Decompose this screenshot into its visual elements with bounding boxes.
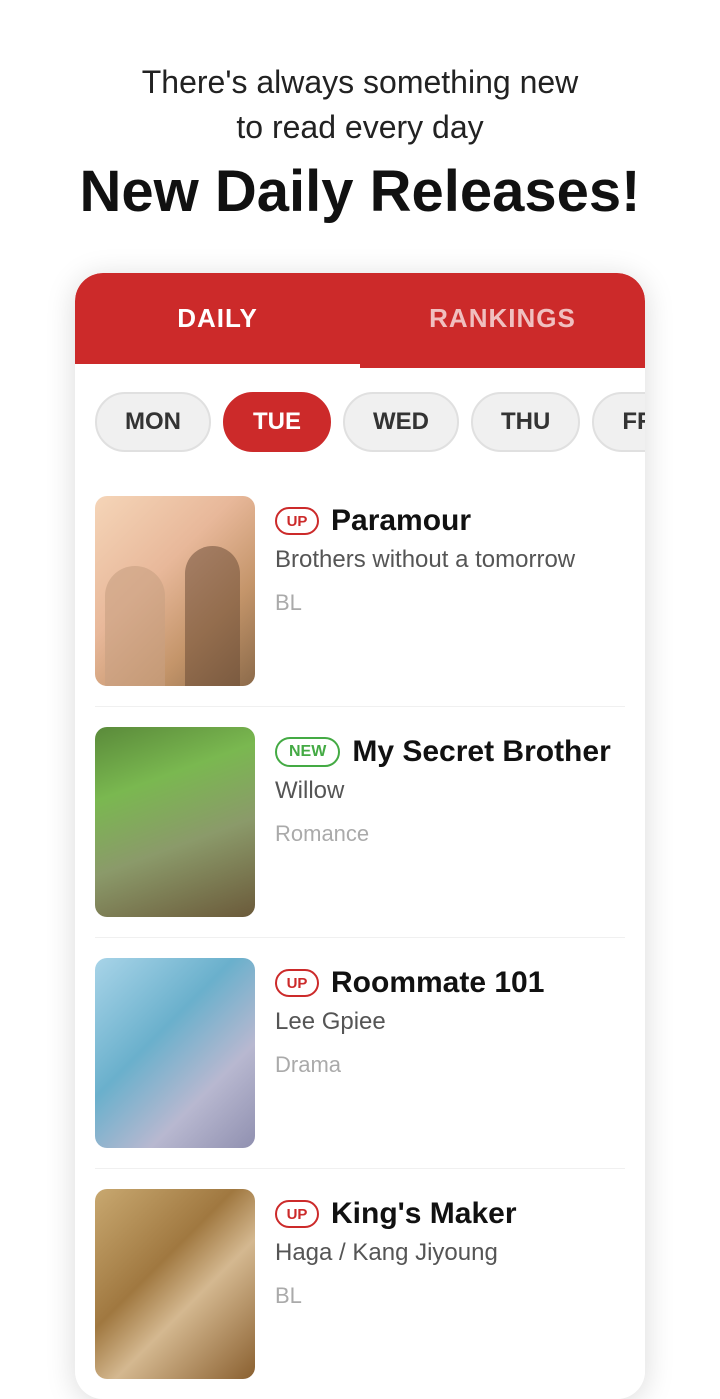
comic-thumb-kings-maker: [95, 1189, 255, 1379]
tabs-header: DAILY RANKINGS: [75, 273, 645, 368]
badge-up-roommate: UP: [275, 969, 319, 997]
comic-title-row-2: NEW My Secret Brother: [275, 735, 625, 769]
comic-thumb-paramour: [95, 496, 255, 686]
badge-new-secret-brother: NEW: [275, 737, 340, 767]
tab-daily[interactable]: DAILY: [75, 273, 360, 368]
comic-author-roommate: Lee Gpiee: [275, 1008, 625, 1036]
comic-title-kings-maker: King's Maker: [331, 1197, 517, 1231]
tab-rankings[interactable]: RANKINGS: [360, 273, 645, 368]
comic-info-kings-maker: UP King's Maker Haga / Kang Jiyoung BL: [275, 1189, 625, 1309]
comic-genre-secret-brother: Romance: [275, 821, 625, 847]
comic-thumb-roommate: [95, 958, 255, 1148]
day-mon[interactable]: MON: [95, 392, 211, 452]
comic-title-row: UP Paramour: [275, 504, 625, 538]
days-row: MON TUE WED THU FRI SAT: [75, 368, 645, 476]
badge-up-kings-maker: UP: [275, 1200, 319, 1228]
comic-info-secret-brother: NEW My Secret Brother Willow Romance: [275, 727, 625, 847]
card-container: DAILY RANKINGS MON TUE WED THU FRI SAT: [75, 273, 645, 1399]
comic-item-my-secret-brother[interactable]: NEW My Secret Brother Willow Romance: [95, 707, 625, 938]
header-section: There's always something newto read ever…: [0, 0, 720, 253]
comic-item-roommate-101[interactable]: UP Roommate 101 Lee Gpiee Drama: [95, 938, 625, 1169]
comic-author-kings-maker: Haga / Kang Jiyoung: [275, 1239, 625, 1267]
comic-thumb-secret-brother: [95, 727, 255, 917]
main-title: New Daily Releases!: [40, 160, 680, 224]
comic-title-secret-brother: My Secret Brother: [352, 735, 610, 769]
day-tue[interactable]: TUE: [223, 392, 331, 452]
comic-item-paramour[interactable]: UP Paramour Brothers without a tomorrow …: [95, 476, 625, 707]
comic-info-roommate: UP Roommate 101 Lee Gpiee Drama: [275, 958, 625, 1078]
comic-title-row-3: UP Roommate 101: [275, 966, 625, 1000]
comics-list: UP Paramour Brothers without a tomorrow …: [75, 476, 645, 1399]
comic-genre-roommate: Drama: [275, 1052, 625, 1078]
badge-up-paramour: UP: [275, 507, 319, 535]
comic-genre-paramour: BL: [275, 590, 625, 616]
day-wed[interactable]: WED: [343, 392, 459, 452]
subtitle-text: There's always something newto read ever…: [40, 60, 680, 150]
comic-title-paramour: Paramour: [331, 504, 471, 538]
comic-title-row-4: UP King's Maker: [275, 1197, 625, 1231]
comic-genre-kings-maker: BL: [275, 1283, 625, 1309]
day-thu[interactable]: THU: [471, 392, 580, 452]
comic-author-paramour: Brothers without a tomorrow: [275, 546, 625, 574]
comic-title-roommate: Roommate 101: [331, 966, 544, 1000]
day-fri[interactable]: FRI: [592, 392, 645, 452]
comic-item-kings-maker[interactable]: UP King's Maker Haga / Kang Jiyoung BL: [95, 1169, 625, 1399]
comic-author-secret-brother: Willow: [275, 777, 625, 805]
comic-info-paramour: UP Paramour Brothers without a tomorrow …: [275, 496, 625, 616]
